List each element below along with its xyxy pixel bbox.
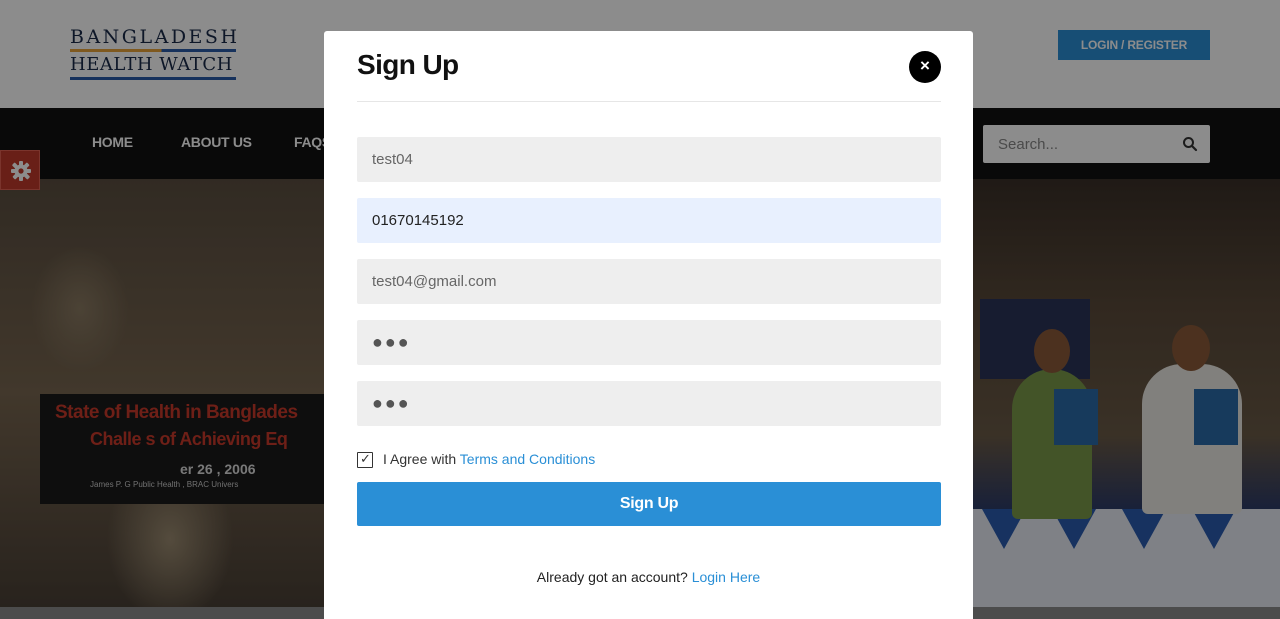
agree-label: I Agree with Terms and Conditions (383, 451, 595, 467)
phone-field[interactable] (357, 198, 941, 243)
login-prompt: Already got an account? Login Here (324, 569, 973, 585)
agree-prefix: I Agree with (383, 451, 460, 467)
terms-link[interactable]: Terms and Conditions (460, 451, 595, 467)
checkmark-icon: ✓ (360, 451, 371, 466)
confirm-password-field[interactable] (357, 381, 941, 426)
terms-checkbox[interactable]: ✓ (357, 451, 373, 468)
login-prompt-text: Already got an account? (536, 569, 692, 585)
username-field[interactable] (357, 137, 941, 182)
close-icon: × (920, 56, 930, 75)
modal-title: Sign Up (357, 49, 459, 80)
signup-submit-button[interactable]: Sign Up (357, 482, 941, 526)
signup-modal: Sign Up × ✓ I Agree with Terms and Condi… (324, 31, 973, 619)
close-button[interactable]: × (909, 51, 941, 83)
email-field[interactable] (357, 259, 941, 304)
modal-divider (357, 101, 941, 102)
password-field[interactable] (357, 320, 941, 365)
login-link[interactable]: Login Here (692, 569, 761, 585)
